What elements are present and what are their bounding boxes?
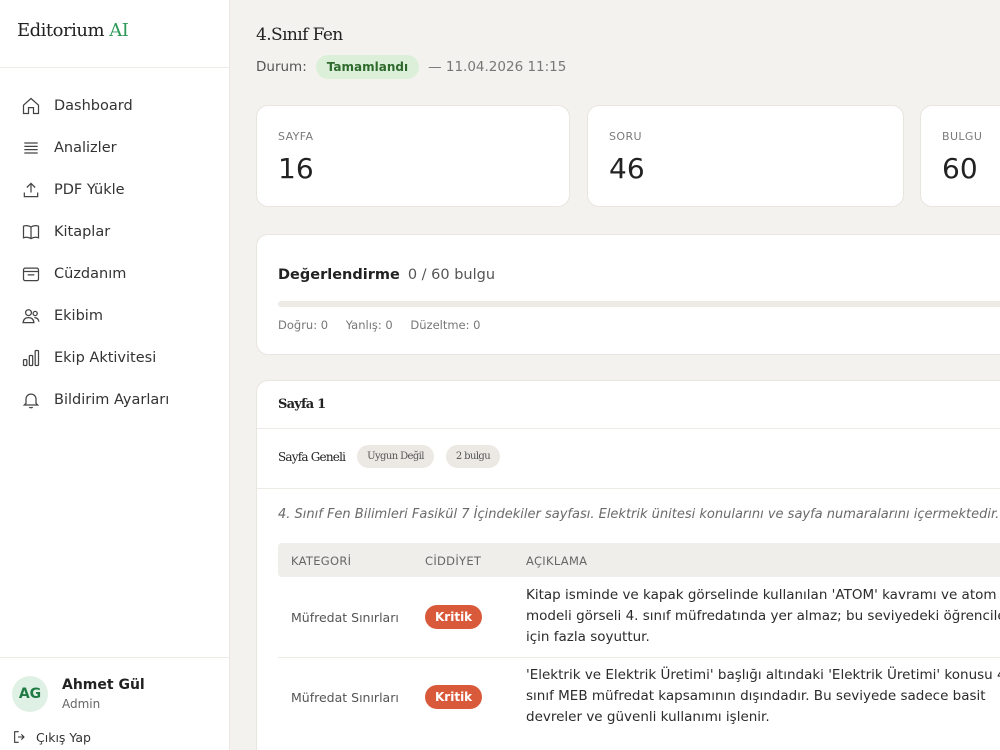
divider: [257, 488, 1000, 489]
sidebar-item-label: Ekip Aktivitesi: [54, 350, 157, 366]
sidebar-item-cuzdanim[interactable]: Cüzdanım: [0, 253, 230, 295]
stat-card-sayfa: SAYFA 16: [256, 105, 570, 207]
severity-badge: Kritik: [425, 685, 483, 709]
findings-table-header: KATEGORİ CİDDİYET AÇIKLAMA: [278, 543, 1000, 577]
evaluation-card: Değerlendirme 0 / 60 bulgu Doğru: 0 Yanlı…: [256, 234, 1000, 355]
wrong-count: Yanlış: 0: [345, 318, 393, 332]
row-description: Kitap isminde ve kapak görselinde kullan…: [526, 587, 1000, 645]
sidebar-item-label: PDF Yükle: [54, 182, 125, 198]
sidebar: Editorium AI Dashboard Analizler PDF Yük…: [0, 0, 230, 750]
brand-logo[interactable]: Editorium AI: [17, 20, 129, 41]
sidebar-item-bildirim-ayarlari[interactable]: Bildirim Ayarları: [0, 379, 230, 421]
evaluation-progress: [278, 301, 1000, 307]
logout-button[interactable]: Çıkış Yap: [12, 729, 91, 745]
divider: [0, 657, 230, 658]
sidebar-item-kitaplar[interactable]: Kitaplar: [0, 211, 230, 253]
fix-count: Düzeltme: 0: [410, 318, 481, 332]
stat-card-bulgu: BULGU 60: [920, 105, 1000, 207]
brand-name: Editorium: [17, 20, 105, 41]
bar-chart-icon: [22, 349, 40, 367]
sidebar-item-ekip-aktivitesi[interactable]: Ekip Aktivitesi: [0, 337, 230, 379]
row-category: Müfredat Sınırları: [291, 690, 399, 705]
page-general-row: Sayfa Geneli Uygun Değil 2 bulgu: [278, 445, 501, 468]
sidebar-item-label: Kitaplar: [54, 224, 111, 240]
sidebar-item-analizler[interactable]: Analizler: [0, 127, 230, 169]
table-row[interactable]: Müfredat Sınırları Kritik 'Elektrik ve E…: [278, 658, 1000, 738]
sidebar-item-ekibim[interactable]: Ekibim: [0, 295, 230, 337]
page-title: 4.Sınıf Fen: [256, 25, 343, 45]
stat-value: 46: [609, 152, 645, 185]
home-icon: [22, 97, 40, 115]
list-icon: [24, 142, 38, 154]
user-role: Admin: [62, 697, 101, 711]
stat-label: BULGU: [942, 130, 983, 143]
status-row: Durum: Tamamlandı — 11.04.2026 11:15: [256, 55, 566, 79]
sidebar-item-label: Cüzdanım: [54, 266, 127, 282]
table-row[interactable]: Müfredat Sınırları Kritik Kitap isminde …: [278, 577, 1000, 657]
findings-count-badge: 2 bulgu: [445, 445, 501, 468]
sidebar-item-label: Ekibim: [54, 308, 103, 324]
status-label: Durum:: [256, 59, 307, 75]
column-header-description: AÇIKLAMA: [526, 554, 588, 568]
sidebar-item-label: Dashboard: [54, 98, 133, 114]
evaluation-stats: Doğru: 0 Yanlış: 0 Düzeltme: 0: [278, 318, 494, 332]
sidebar-item-pdf-yukle[interactable]: PDF Yükle: [0, 169, 230, 211]
logout-label: Çıkış Yap: [36, 729, 91, 745]
stat-value: 16: [278, 152, 314, 185]
correct-count: Doğru: 0: [278, 318, 329, 332]
evaluation-title: Değerlendirme 0 / 60 bulgu: [278, 267, 495, 283]
page-summary: 4. Sınıf Fen Bilimleri Fasikül 7 İçindek…: [278, 507, 1000, 522]
evaluation-title-label: Değerlendirme: [278, 267, 400, 283]
row-category: Müfredat Sınırları: [291, 610, 399, 625]
stat-value: 60: [942, 152, 978, 185]
page-general-label: Sayfa Geneli: [278, 449, 346, 464]
column-header-severity: CİDDİYET: [425, 554, 482, 568]
row-description: 'Elektrik ve Elektrik Üretimi' başlığı a…: [526, 667, 1000, 725]
stat-card-soru: SORU 46: [587, 105, 904, 207]
book-icon: [22, 224, 40, 240]
suitability-badge: Uygun Değil: [357, 445, 434, 468]
user-name: Ahmet Gül: [62, 677, 145, 693]
upload-icon: [23, 182, 39, 198]
avatar[interactable]: AG: [12, 676, 48, 712]
severity-badge: Kritik: [425, 605, 483, 629]
page-section-title[interactable]: Sayfa 1: [278, 397, 326, 412]
stat-label: SAYFA: [278, 130, 314, 143]
status-badge: Tamamlandı: [315, 55, 420, 79]
sidebar-item-label: Bildirim Ayarları: [54, 392, 170, 408]
logout-icon: [14, 731, 25, 743]
evaluation-count: 0 / 60 bulgu: [407, 267, 496, 283]
column-header-category: KATEGORİ: [291, 554, 352, 568]
sidebar-item-dashboard[interactable]: Dashboard: [0, 85, 230, 127]
bell-icon: [22, 393, 40, 409]
sidebar-nav: Dashboard Analizler PDF Yükle Kitaplar C…: [0, 85, 230, 421]
wallet-icon: [22, 267, 40, 282]
divider: [0, 67, 230, 68]
sidebar-item-label: Analizler: [54, 140, 117, 156]
status-date: — 11.04.2026 11:15: [428, 59, 567, 75]
brand-accent: AI: [109, 20, 129, 41]
stat-label: SORU: [609, 130, 642, 143]
divider: [257, 428, 1000, 429]
page-card: Sayfa 1 Sayfa Geneli Uygun Değil 2 bulgu…: [256, 380, 1000, 750]
users-icon: [22, 309, 40, 324]
